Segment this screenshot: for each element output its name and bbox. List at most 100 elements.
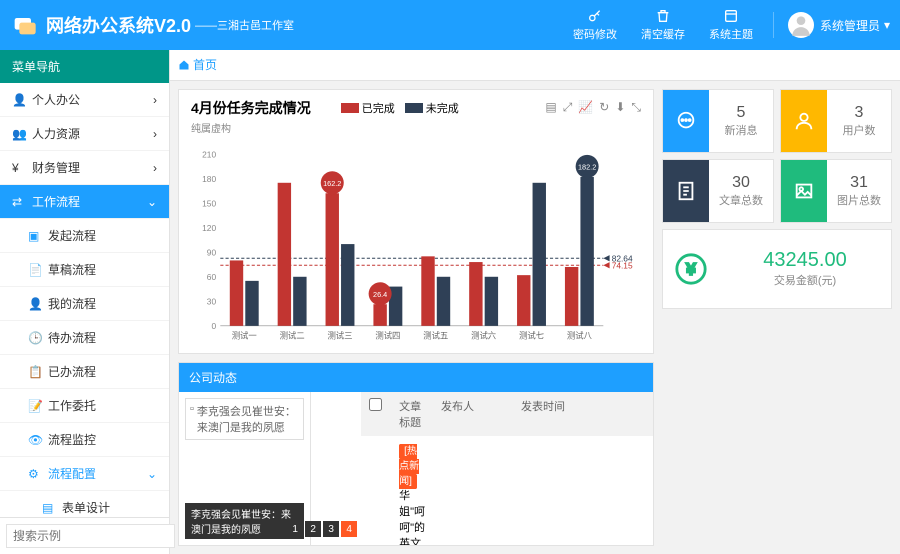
header-clear-button[interactable]: 清空缓存: [629, 8, 697, 42]
tool-refresh-icon[interactable]: ↻: [599, 100, 609, 115]
home-icon: [178, 59, 190, 71]
chevron-down-icon: ⌄: [147, 467, 157, 481]
sidebar-sub-monitor[interactable]: 👁流程监控: [0, 423, 169, 457]
chart-title: 4月份任务完成情况: [191, 98, 311, 118]
logo-icon: [10, 11, 38, 39]
chevron-right-icon: ›: [153, 127, 157, 141]
svg-text:测试一: 测试一: [232, 330, 258, 340]
sidebar-sub-done[interactable]: 📋已办流程: [0, 355, 169, 389]
sidebar-title: 菜单导航: [0, 50, 169, 83]
sidebar-search: 🔍: [0, 517, 169, 554]
user-name[interactable]: 系统管理员: [820, 17, 880, 34]
image-icon: [781, 160, 827, 222]
tool-zoom-icon[interactable]: ⤢: [563, 100, 573, 115]
tab-home[interactable]: 首页: [178, 56, 217, 73]
tool-expand-icon[interactable]: ⤡: [631, 100, 641, 115]
key-icon: [587, 8, 603, 24]
tool-data-icon[interactable]: ▤: [545, 100, 556, 115]
news-tag: [热点新闻]: [399, 444, 419, 489]
coin-icon: ¥: [663, 252, 719, 286]
sidebar-sub-mine[interactable]: 👤我的流程: [0, 287, 169, 321]
svg-text:74.15: 74.15: [612, 260, 633, 270]
stat-users[interactable]: 3用户数: [780, 89, 892, 153]
svg-text:0: 0: [211, 320, 216, 330]
sidebar-item-personal[interactable]: 👤个人办公›: [0, 83, 169, 117]
user-icon: 👤: [12, 93, 26, 107]
clock-icon: 🕒: [28, 331, 42, 345]
theme-icon: [723, 8, 739, 24]
app-title: 网络办公系统V2.0: [46, 12, 191, 38]
sidebar-sub-delegate[interactable]: 📝工作委托: [0, 389, 169, 423]
news-pager: 1 2 3 4: [283, 517, 361, 541]
sidebar-item-hr[interactable]: 👥人力资源›: [0, 117, 169, 151]
message-icon: [663, 90, 709, 152]
page-2[interactable]: 2: [305, 521, 321, 537]
legend-done[interactable]: 已完成: [341, 100, 395, 116]
sidebar-sub-start[interactable]: ▣发起流程: [0, 219, 169, 253]
doc-icon: [663, 160, 709, 222]
news-table: 文章标题 发布人 发表时间 [热点新闻]华姐"呵呵"的英文翻译火了, 外交部的神…: [361, 392, 653, 546]
tool-download-icon[interactable]: ⬇: [615, 100, 625, 115]
chevron-right-icon: ›: [153, 161, 157, 175]
svg-text:150: 150: [202, 198, 216, 208]
svg-text:测试五: 测试五: [423, 330, 448, 340]
avatar[interactable]: [788, 12, 814, 38]
page-3[interactable]: 3: [323, 521, 339, 537]
chart-toolbar: ▤ ⤢ 📈 ↻ ⬇ ⤡: [545, 100, 641, 115]
person-icon: 👤: [28, 297, 42, 311]
sidebar-item-workflow[interactable]: ⇄工作流程⌄: [0, 185, 169, 219]
stat-messages[interactable]: 5新消息: [662, 89, 774, 153]
chevron-right-icon: ›: [153, 93, 157, 107]
plus-icon: ▣: [28, 229, 42, 243]
image-icon: ▫: [190, 403, 194, 415]
news-panel: 公司动态 ▫ 李克强会见崔世安：来澳门是我的夙愿 李克强会见崔世安：来澳门是我的…: [178, 362, 654, 547]
tool-line-icon[interactable]: 📈: [578, 100, 593, 115]
sidebar-sub-config[interactable]: ⚙流程配置⌄: [0, 457, 169, 491]
users-icon: [781, 90, 827, 152]
svg-text:180: 180: [202, 173, 216, 183]
news-title: 华姐"呵呵"的英文翻译火了, 外交部的神翻译还有很多: [399, 490, 425, 546]
chevron-down-icon: ⌄: [147, 195, 157, 209]
app-subtitle: ——三湘古邑工作室: [195, 17, 294, 33]
flow-icon: ⇄: [12, 195, 26, 209]
stat-articles[interactable]: 30文章总数: [662, 159, 774, 223]
sidebar-sub-form[interactable]: ▤表单设计: [0, 491, 169, 517]
svg-text:¥: ¥: [686, 261, 696, 278]
svg-text:26.4: 26.4: [373, 289, 387, 298]
trash-icon: [655, 8, 671, 24]
delegate-icon: 📝: [28, 399, 42, 413]
form-icon: ▤: [42, 501, 56, 515]
done-icon: 📋: [28, 365, 42, 379]
tab-bar: 首页: [170, 50, 900, 81]
table-row[interactable]: [热点新闻]华姐"呵呵"的英文翻译火了, 外交部的神翻译还有很多 系统管理员 2…: [361, 436, 653, 546]
page-1[interactable]: 1: [287, 521, 303, 537]
sidebar-sub-todo[interactable]: 🕒待办流程: [0, 321, 169, 355]
check-all[interactable]: [369, 398, 382, 411]
svg-text:182.2: 182.2: [578, 162, 596, 171]
sidebar: 菜单导航 👤个人办公› 👥人力资源› ¥财务管理› ⇄工作流程⌄ ▣发起流程 📄…: [0, 50, 170, 554]
header-theme-button[interactable]: 系统主题: [697, 8, 765, 42]
stat-images[interactable]: 31图片总数: [780, 159, 892, 223]
chevron-down-icon: ▾: [884, 18, 890, 32]
page-4[interactable]: 4: [341, 521, 357, 537]
svg-text:162.2: 162.2: [323, 178, 341, 187]
eye-icon: 👁: [28, 433, 42, 447]
stat-money[interactable]: ¥ 43245.00交易金额(元): [662, 229, 892, 309]
svg-text:测试四: 测试四: [375, 330, 400, 340]
svg-text:测试三: 测试三: [327, 330, 352, 340]
chart-body: 030609012015018021082.6474.15测试一测试二测试三测试…: [191, 135, 641, 345]
search-input[interactable]: [6, 524, 175, 548]
news-header: 公司动态: [179, 363, 653, 392]
legend-undone[interactable]: 未完成: [405, 100, 459, 116]
header-password-button[interactable]: 密码修改: [561, 8, 629, 42]
col-author: 发布人: [433, 392, 513, 436]
svg-text:测试七: 测试七: [519, 330, 544, 340]
svg-text:测试二: 测试二: [280, 330, 305, 340]
svg-text:90: 90: [207, 247, 217, 257]
svg-text:30: 30: [207, 296, 217, 306]
col-time: 发表时间: [513, 392, 653, 436]
table-header: 文章标题 发布人 发表时间: [361, 392, 653, 436]
sidebar-sub-draft[interactable]: 📄草稿流程: [0, 253, 169, 287]
sidebar-item-finance[interactable]: ¥财务管理›: [0, 151, 169, 185]
money-icon: ¥: [12, 161, 26, 175]
